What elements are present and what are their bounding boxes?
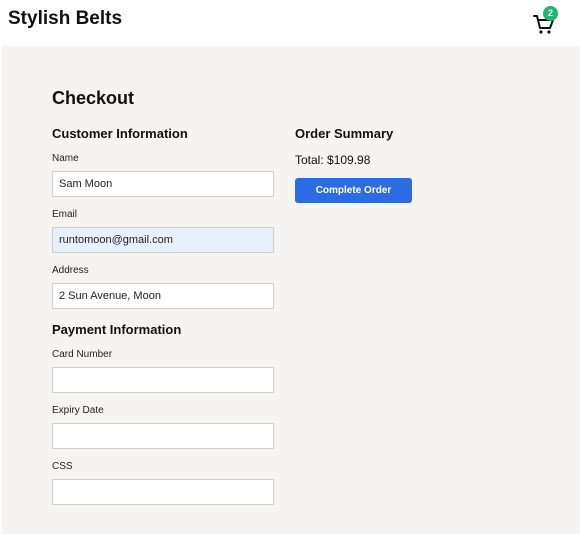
- css-field[interactable]: [52, 479, 274, 505]
- css-label: CSS: [52, 461, 73, 472]
- brand-title[interactable]: Stylish Belts: [8, 8, 122, 30]
- email-field[interactable]: [52, 227, 274, 253]
- order-summary-heading: Order Summary: [295, 126, 394, 141]
- name-field[interactable]: [52, 171, 274, 197]
- expiry-date-label: Expiry Date: [52, 405, 104, 416]
- payment-info-heading: Payment Information: [52, 322, 182, 337]
- checkout-panel: Checkout Customer Information Name Email…: [2, 46, 580, 534]
- expiry-date-field[interactable]: [52, 423, 274, 449]
- address-label: Address: [52, 265, 89, 276]
- address-field[interactable]: [52, 283, 274, 309]
- customer-info-heading: Customer Information: [52, 126, 188, 141]
- email-label: Email: [52, 209, 78, 220]
- complete-order-button[interactable]: Complete Order: [295, 178, 412, 203]
- cart-button[interactable]: 2: [532, 6, 562, 38]
- page-title: Checkout: [52, 88, 135, 108]
- name-label: Name: [52, 153, 79, 164]
- cart-count-badge: 2: [543, 6, 558, 21]
- order-total: Total: $109.98: [295, 153, 371, 167]
- card-number-label: Card Number: [52, 349, 113, 360]
- top-bar: Stylish Belts 2: [0, 0, 582, 45]
- card-number-field[interactable]: [52, 367, 274, 393]
